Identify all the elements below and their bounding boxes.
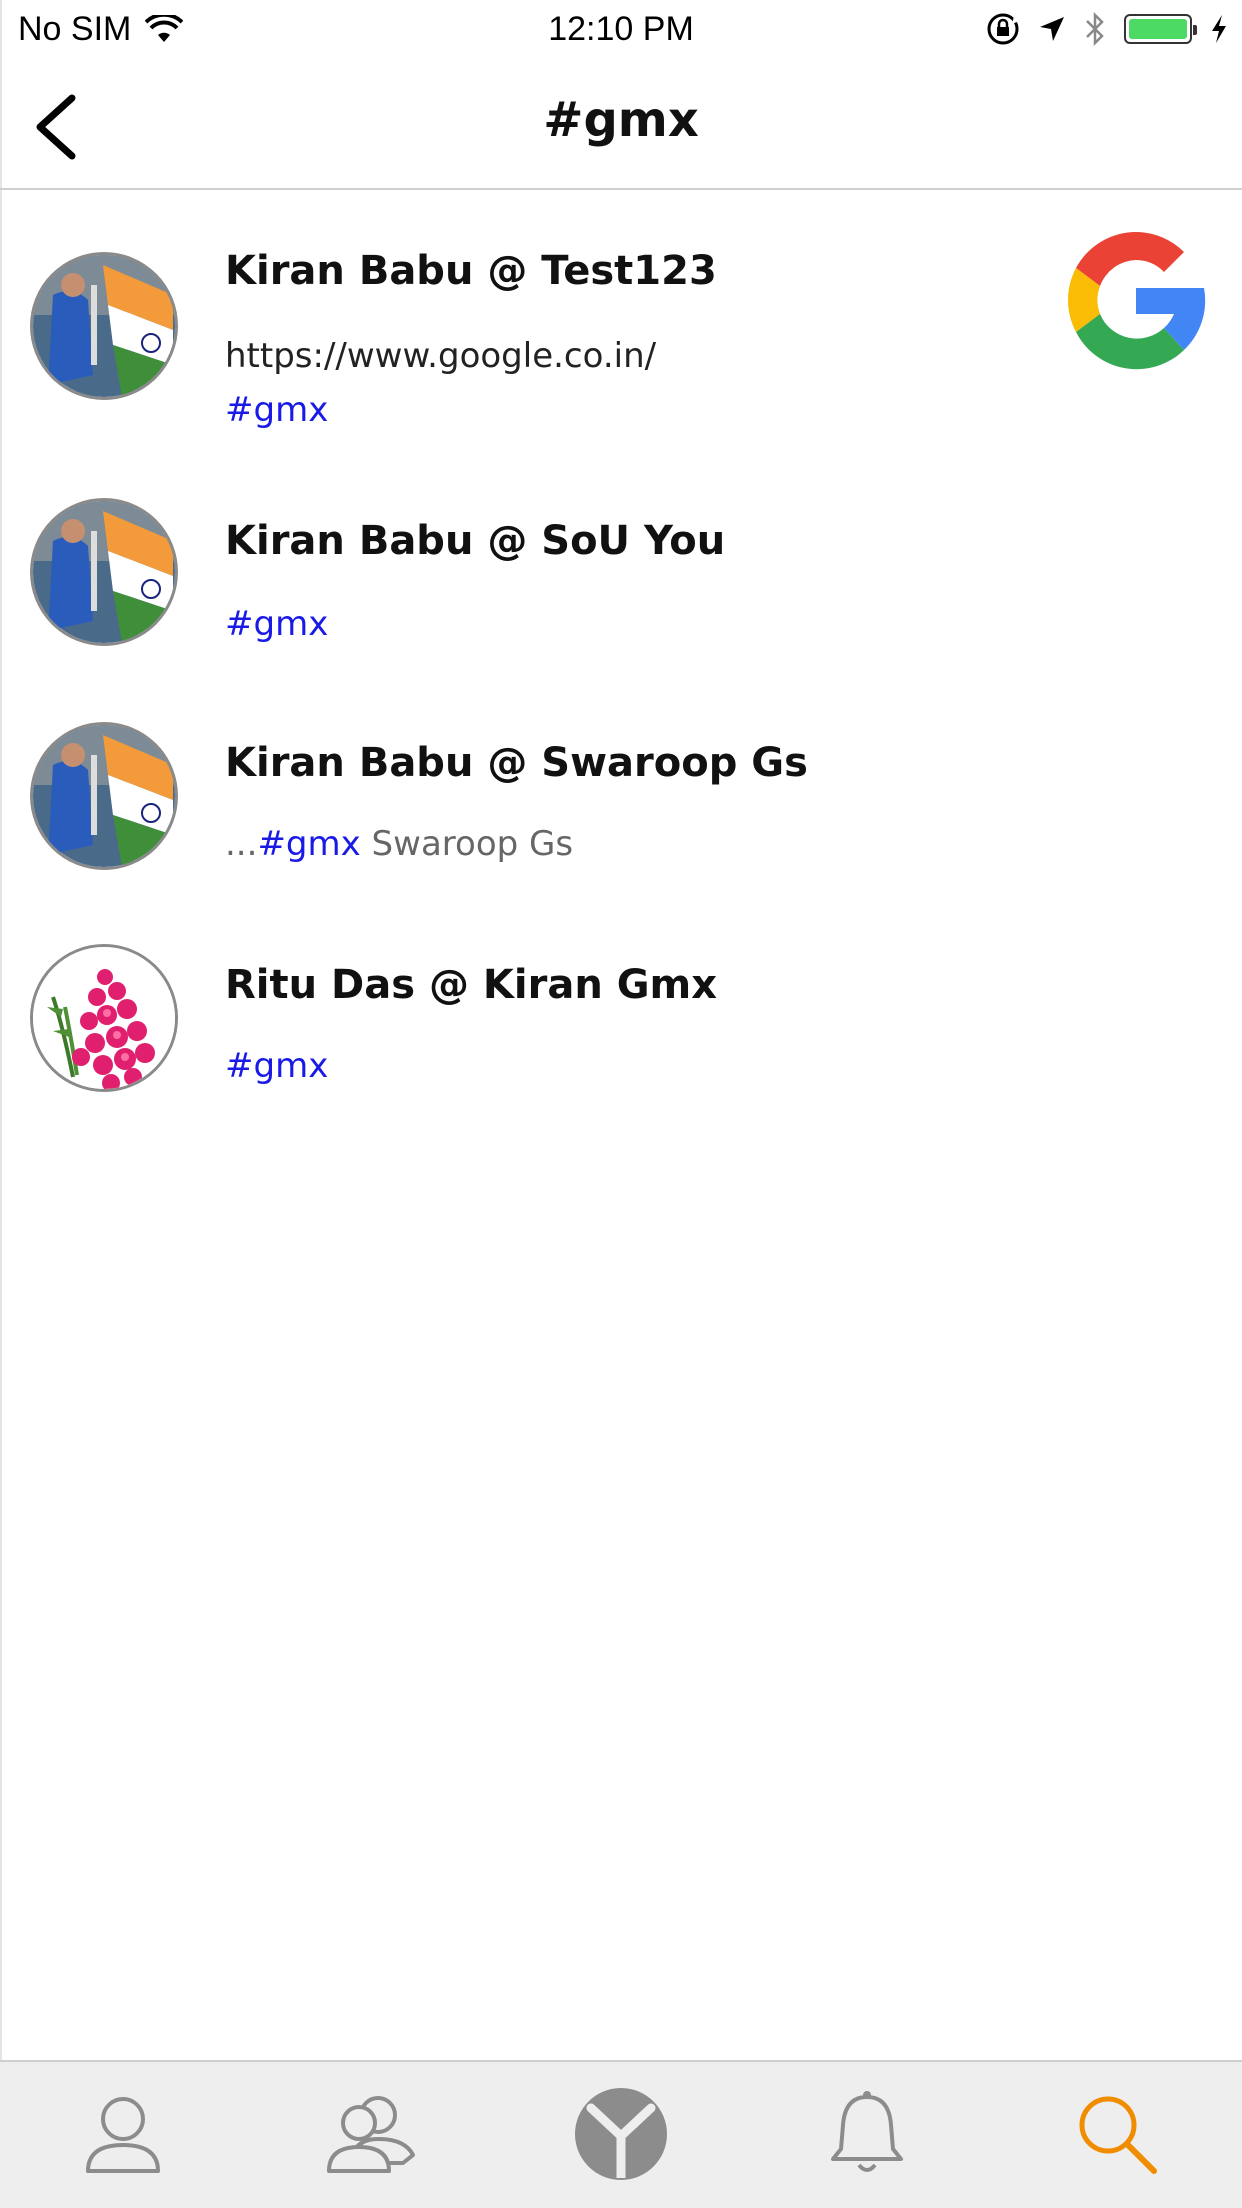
item-title[interactable]: Ritu Das @ Kiran Gmx	[225, 962, 717, 1008]
item-hashtag[interactable]: #gmx	[225, 390, 328, 430]
list-item[interactable]: Kiran Babu @ Test123 https://www.google.…	[0, 192, 1242, 436]
avatar[interactable]	[30, 944, 178, 1092]
google-logo-icon	[1068, 232, 1206, 370]
tab-friends[interactable]	[318, 2084, 428, 2184]
friends-icon	[327, 2096, 415, 2173]
charging-bolt-icon	[1212, 15, 1226, 43]
item-hashtag[interactable]: #gmx	[225, 604, 328, 644]
list-item[interactable]: Kiran Babu @ SoU You #gmx	[0, 436, 1242, 662]
avatar[interactable]	[30, 498, 178, 646]
profile-icon	[86, 2097, 160, 2173]
item-title[interactable]: Kiran Babu @ Test123	[225, 248, 717, 294]
list-item[interactable]: Ritu Das @ Kiran Gmx #gmx	[0, 884, 1242, 1110]
page-title: #gmx	[543, 92, 699, 148]
tab-bar	[0, 2060, 1242, 2208]
search-icon	[1079, 2096, 1157, 2174]
item-hashtag[interactable]: #gmx	[225, 1046, 328, 1086]
tab-notifications[interactable]	[812, 2084, 922, 2184]
avatar[interactable]	[30, 252, 178, 400]
link-thumbnail[interactable]	[1058, 222, 1214, 378]
item-hashtag[interactable]: #gmx	[257, 824, 360, 864]
bluetooth-icon	[1086, 12, 1104, 46]
cricket-player-flag-photo	[33, 255, 175, 397]
app-logo-icon	[575, 2088, 667, 2180]
location-arrow-icon	[1040, 17, 1064, 41]
item-title[interactable]: Kiran Babu @ Swaroop Gs	[225, 740, 808, 786]
cricket-player-flag-photo	[33, 501, 175, 643]
pink-roses-bouquet-photo	[33, 947, 175, 1089]
item-title[interactable]: Kiran Babu @ SoU You	[225, 518, 725, 564]
battery-icon	[1124, 14, 1197, 44]
snippet-prefix: ...	[225, 824, 258, 864]
avatar[interactable]	[30, 722, 178, 870]
cricket-player-flag-photo	[33, 725, 175, 867]
nav-bar: #gmx	[0, 62, 1242, 190]
rotation-lock-icon	[987, 13, 1020, 45]
feed-list: Kiran Babu @ Test123 https://www.google.…	[0, 192, 1242, 1110]
status-right	[986, 12, 1228, 46]
bell-icon	[831, 2091, 903, 2172]
tab-home[interactable]	[566, 2084, 676, 2184]
tab-profile[interactable]	[68, 2084, 178, 2184]
status-bar: No SIM 12:10 PM	[0, 0, 1242, 62]
snippet-suffix: Swaroop Gs	[360, 824, 574, 864]
tab-search[interactable]	[1062, 2084, 1172, 2184]
battery-tip	[1193, 25, 1197, 35]
item-snippet[interactable]: ...#gmx Swaroop Gs	[225, 824, 573, 864]
battery-fill	[1129, 19, 1187, 39]
list-item[interactable]: Kiran Babu @ Swaroop Gs ...#gmx Swaroop …	[0, 662, 1242, 884]
item-link[interactable]: https://www.google.co.in/	[225, 336, 656, 376]
